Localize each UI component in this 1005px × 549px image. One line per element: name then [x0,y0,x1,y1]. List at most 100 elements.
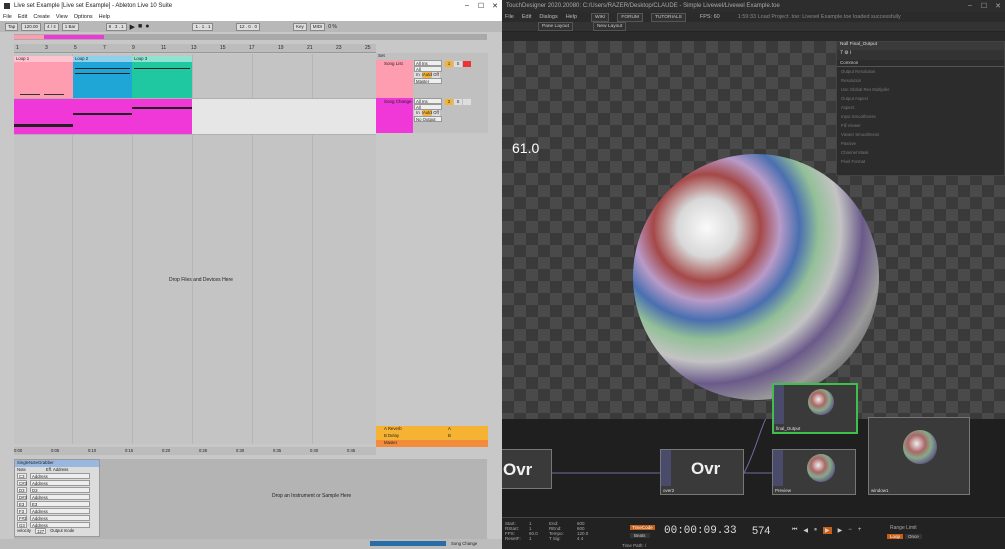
device-note-row[interactable]: C#3 Address [15,479,99,486]
maximize-icon[interactable]: ☐ [977,2,991,10]
note-value[interactable]: F#3 [17,514,27,521]
network-editor[interactable]: Ovr Ovr over2 Preview window1 [502,417,1005,517]
menu-dialogs[interactable]: Dialogs [539,14,557,20]
overview-strip[interactable] [14,34,487,40]
address-field[interactable]: Address [30,472,90,479]
step-back-icon[interactable]: ◀ [803,527,808,534]
menu-edit[interactable]: Edit [522,14,531,20]
device-note-row[interactable]: F#3 Address [15,514,99,521]
track-song-change[interactable]: Song Change All Ins All Channels InAutoO… [376,98,488,133]
address-field[interactable]: Address [30,521,90,528]
close-icon[interactable]: ✕ [488,2,502,10]
address-field[interactable]: Address [30,479,90,486]
address-field[interactable]: D3 [30,486,90,493]
address-field[interactable]: E3 [30,500,90,507]
note-value[interactable]: F3 [17,507,27,514]
clip-song-change-1[interactable] [14,99,73,134]
clip-song-change-2[interactable] [73,99,132,134]
note-value[interactable]: D3 [17,486,27,493]
master-track[interactable]: Master [376,440,488,447]
node-window1[interactable]: window1 [868,417,970,495]
timecode-button[interactable]: TimeCode [630,525,655,530]
solo-button[interactable]: S [454,99,462,105]
device-note-row[interactable]: F3 Address [15,507,99,514]
menu-create[interactable]: Create [33,14,50,20]
minimize-icon[interactable]: – [460,2,474,10]
record-icon[interactable]: ● [145,23,149,30]
note-value[interactable]: C3 [17,472,27,479]
time-signature[interactable]: 4 / 4 [44,22,59,31]
menu-view[interactable]: View [56,14,68,20]
maximize-icon[interactable]: ☐ [474,2,488,10]
arm-button[interactable] [463,99,471,105]
frame-display[interactable]: 574 [752,525,770,537]
note-value[interactable]: G3 [17,521,27,528]
menu-help[interactable]: Help [566,14,577,20]
node-over2[interactable]: Ovr over2 [660,449,744,495]
step-forward-icon[interactable]: ▶ [838,527,843,534]
address-field[interactable]: Address [30,493,90,500]
key-map-button[interactable]: Key [292,22,307,31]
return-b-delay[interactable]: B Delay B [376,433,488,440]
monitor-off[interactable]: Off [432,110,440,116]
track-song-list[interactable]: Song List All Ins All Channels InAutoOff… [376,60,488,100]
wiki-button[interactable]: WIKI [591,12,610,22]
close-icon[interactable]: ✕ [991,2,1005,10]
tutorials-button[interactable]: TUTORIALS [651,12,686,22]
arrangement-view[interactable]: Loop 1 Loop 2 Loop 3 Drop Files and Devi… [14,54,376,444]
loop-start-field[interactable]: 1 . 1 . 1 [192,22,214,31]
menu-options[interactable]: Options [74,14,93,20]
arrangement-position[interactable]: 8 . 3 . 1 [105,22,127,31]
output-menu[interactable]: No Output [414,116,442,122]
beat-ruler[interactable]: 1 3 5 7 9 11 13 15 17 19 21 23 25 [14,44,376,53]
arm-button[interactable] [463,61,471,67]
loop-button[interactable]: Loop [887,534,904,539]
monitor-auto[interactable]: Auto [423,72,432,78]
loop-length-field[interactable]: 12 . 0 . 0 [236,22,260,31]
once-button[interactable]: Once [905,534,922,539]
clip-loop-2[interactable]: Loop 2 [73,56,132,98]
node-final-output[interactable]: final_Output [772,383,858,434]
forum-button[interactable]: FORUM [617,12,644,22]
device-note-row[interactable]: D#3 Address [15,493,99,500]
menu-edit[interactable]: Edit [18,14,27,20]
monitor-auto[interactable]: Auto [423,110,432,116]
output-menu[interactable]: Master [414,78,442,84]
device-note-row[interactable]: D3 D3 [15,486,99,493]
tempo-field[interactable]: 120.00 [21,22,42,31]
play-icon[interactable]: ▶ [130,23,135,31]
beats-button[interactable]: Beats [630,533,650,538]
quantization-menu[interactable]: 1 Bar [61,22,79,31]
new-layout-button[interactable]: New Layout [592,22,627,31]
clip-loop-1[interactable]: Loop 1 [14,56,73,98]
solo-button[interactable]: S [454,61,462,67]
render-viewer[interactable]: 61.0 Null Final_Output 7 ⚙ i Common Outp… [502,41,1005,419]
rewind-icon[interactable]: ⏮ [792,527,797,534]
minus-icon[interactable]: − [848,527,852,534]
tap-button[interactable]: Tap [5,22,19,31]
common-tab[interactable]: Common [837,60,1004,67]
note-value[interactable]: D#3 [17,493,27,500]
pane-layout-button[interactable]: Pane Layout [538,22,573,31]
velocity-value[interactable]: 127 [34,528,47,534]
menu-help[interactable]: Help [99,14,110,20]
plus-icon[interactable]: + [858,527,862,534]
note-value[interactable]: E3 [17,500,27,507]
device-note-row[interactable]: E3 E3 [15,500,99,507]
node-ovr-left[interactable]: Ovr [502,449,552,489]
minimize-icon[interactable]: – [963,2,977,10]
device-singlenotegrabber[interactable]: SingleNoteGrabber Note Eff. Address C3 Add… [14,459,100,537]
device-note-row[interactable]: C3 Address [15,472,99,479]
menu-file[interactable]: File [505,14,514,20]
pause-icon[interactable]: ⏸ [814,527,817,534]
play-icon[interactable]: ▶ [823,527,832,534]
monitor-in[interactable]: In [414,72,422,78]
node-preview[interactable]: Preview [772,449,856,495]
monitor-off[interactable]: Off [432,72,440,78]
timecode-display[interactable]: 00:00:09.33 [664,525,737,537]
track-activator[interactable]: 2 [445,99,453,105]
device-note-row[interactable]: G3 Address [15,521,99,528]
address-field[interactable]: Address [30,507,90,514]
return-a-reverb[interactable]: A Reverb A [376,426,488,433]
clip-loop-3[interactable]: Loop 3 [132,56,192,98]
